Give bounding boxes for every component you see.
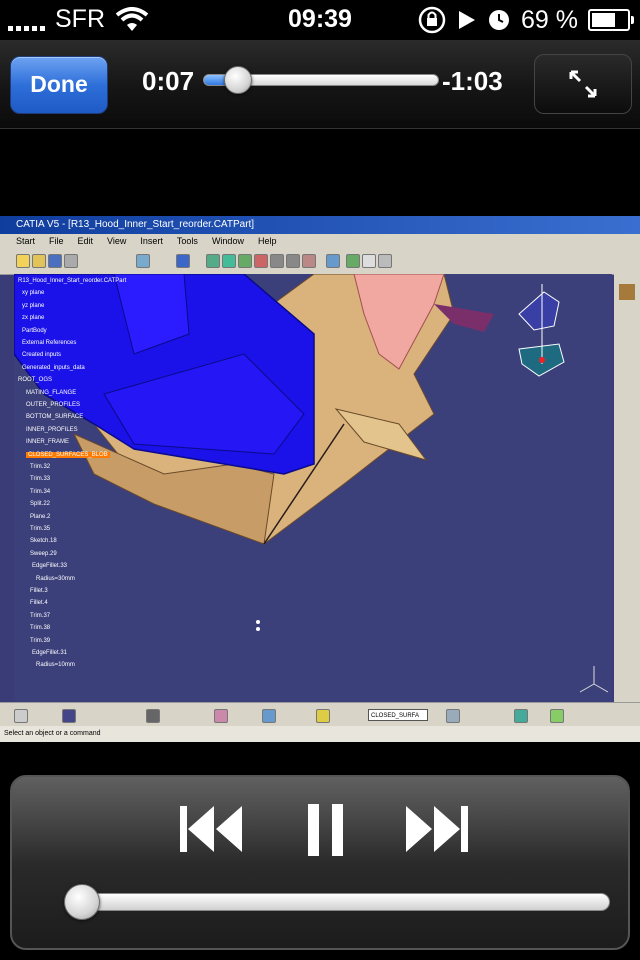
tree-node[interactable]: External References (22, 340, 76, 346)
tree-node[interactable]: Generated_inputs_data (22, 365, 85, 371)
catia-menu-item: Edit (77, 236, 94, 246)
zoom-in-icon (270, 254, 284, 268)
fit-all-icon (222, 254, 236, 268)
fly-mode-icon (206, 254, 220, 268)
catia-3d-viewport[interactable]: R13_Hood_Inner_Start_reorder.CATPartxy p… (14, 274, 612, 702)
specification-tree[interactable]: R13_Hood_Inner_Start_reorder.CATPartxy p… (14, 274, 126, 702)
playback-controls-panel (10, 775, 630, 950)
catia-menu-item: Start (16, 236, 36, 246)
measure-icon (514, 709, 528, 723)
sketch-icon (62, 709, 76, 723)
shading-icon (346, 254, 360, 268)
alarm-clock-icon (489, 10, 510, 30)
iso-view-icon (326, 254, 340, 268)
status-bar: SFR 09:39 69 % (0, 0, 640, 40)
tree-node[interactable]: Trim.38 (30, 625, 50, 631)
save-icon (48, 254, 62, 268)
print-icon (64, 254, 78, 268)
battery-icon (588, 9, 634, 31)
tree-node[interactable]: Plane.2 (30, 514, 50, 520)
tree-node[interactable]: Trim.39 (30, 638, 50, 644)
playback-slider-knob[interactable] (64, 884, 101, 920)
battery-level (592, 13, 616, 27)
tree-node[interactable]: zx plane (22, 315, 44, 321)
analysis-icon (446, 709, 460, 723)
tree-node[interactable]: PartBody (22, 328, 47, 334)
apply-material-icon (550, 709, 564, 723)
tree-node[interactable]: xy plane (22, 290, 44, 296)
tree-node[interactable]: OUTER_PROFILES (26, 402, 80, 408)
fillet-icon (316, 709, 330, 723)
video-frame[interactable]: CATIA V5 - [R13_Hood_Inner_Start_reorder… (0, 216, 640, 742)
next-track-icon[interactable] (404, 804, 470, 854)
join-icon (146, 709, 160, 723)
catia-status-bar: Select an object or a command (0, 726, 640, 742)
tree-node[interactable]: ROOT_OGS (18, 377, 52, 383)
swap-visible-icon (378, 254, 392, 268)
catia-menu-item: Insert (140, 236, 163, 246)
tree-node[interactable]: Sweep.29 (30, 551, 57, 557)
tree-node[interactable]: Fillet.4 (30, 600, 48, 606)
catia-menu-item: File (49, 236, 64, 246)
undo-icon (136, 254, 150, 268)
tree-node[interactable]: Trim.33 (30, 476, 50, 482)
hide-show-icon (362, 254, 376, 268)
catia-bottom-toolbar: CLOSED_SURFA (0, 702, 640, 727)
tree-node[interactable]: Trim.34 (30, 489, 50, 495)
pause-icon[interactable] (306, 804, 346, 856)
catia-right-toolbar (614, 274, 640, 702)
tree-node[interactable]: Trim.32 (30, 464, 50, 470)
geometry-set-selector[interactable]: CLOSED_SURFA (368, 709, 428, 721)
tree-node[interactable]: Sketch.18 (30, 538, 57, 544)
expand-arrows-icon (569, 70, 597, 98)
previous-track-icon[interactable] (178, 804, 244, 854)
tree-node[interactable]: yz plane (22, 303, 44, 309)
tree-node[interactable]: Radius=10mm (36, 662, 75, 668)
done-button[interactable]: Done (10, 56, 108, 114)
normal-view-icon (302, 254, 316, 268)
tree-node[interactable]: R13_Hood_Inner_Start_reorder.CATPart (18, 278, 126, 284)
rotate-icon (254, 254, 268, 268)
player-top-bar: Done 0:07 -1:03 (0, 40, 640, 129)
catia-menu-bar: Start File Edit View Insert Tools Window… (0, 234, 640, 248)
tree-node[interactable]: Split.22 (30, 501, 50, 507)
workbench-icon (619, 284, 635, 300)
whats-this-icon (176, 254, 190, 268)
tree-node[interactable]: CLOSED_SURFACES_BLOB (26, 451, 110, 458)
tree-node[interactable]: EdgeFillet.31 (32, 650, 67, 656)
catia-title-bar: CATIA V5 - [R13_Hood_Inner_Start_reorder… (0, 216, 640, 234)
fullscreen-toggle-button[interactable] (534, 54, 632, 114)
tree-node[interactable]: Created inputs (22, 352, 61, 358)
catia-menu-item: Tools (176, 236, 198, 246)
new-file-icon (16, 254, 30, 268)
formula-icon (14, 709, 28, 723)
remaining-time: -1:03 (442, 66, 503, 96)
catia-menu-item: Help (257, 236, 277, 246)
tree-node[interactable]: BOTTOM_SURFACE (26, 414, 83, 420)
catia-menu-item: View (107, 236, 127, 246)
playback-position-slider[interactable] (64, 884, 610, 920)
split-icon (262, 709, 276, 723)
play-status-icon (459, 11, 476, 29)
elapsed-time: 0:07 (142, 66, 195, 96)
open-file-icon (32, 254, 46, 268)
extrude-icon (214, 709, 228, 723)
tree-node[interactable]: Fillet.3 (30, 588, 48, 594)
rotation-lock-icon (418, 6, 446, 34)
tree-node[interactable]: Trim.35 (30, 526, 50, 532)
tree-node[interactable]: EdgeFillet.33 (32, 563, 67, 569)
catia-menu-item: Window (211, 236, 244, 246)
tree-node[interactable]: INNER_FRAME (26, 439, 69, 445)
battery-percent: 69 % (521, 5, 578, 34)
catia-toolbar (0, 248, 640, 275)
tree-node[interactable]: MATING_FLANGE (26, 390, 76, 396)
scrubber-track[interactable] (203, 66, 439, 94)
tree-node[interactable]: Radius=30mm (36, 576, 75, 582)
tree-node[interactable]: Trim.37 (30, 613, 50, 619)
pan-icon (238, 254, 252, 268)
scrubber-knob[interactable] (224, 66, 253, 94)
status-right: 69 % (417, 5, 634, 35)
tree-node[interactable]: INNER_PROFILES (26, 427, 78, 433)
zoom-out-icon (286, 254, 300, 268)
